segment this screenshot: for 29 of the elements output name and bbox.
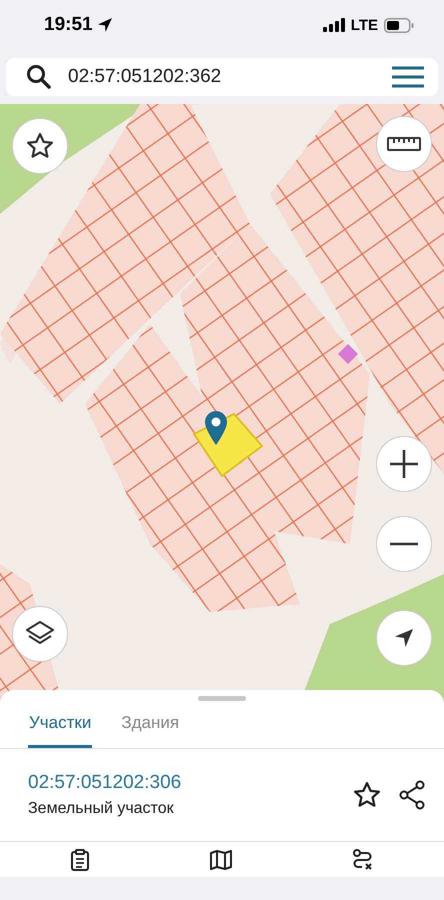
route-button[interactable] bbox=[352, 848, 374, 870]
parcel-number[interactable]: 02:57:051202:306 bbox=[28, 772, 352, 794]
favorite-button[interactable] bbox=[352, 780, 382, 810]
minus-icon bbox=[389, 542, 419, 546]
tab[interactable]: Здания bbox=[120, 701, 180, 748]
location-arrow-icon bbox=[96, 17, 113, 33]
star-icon bbox=[352, 780, 382, 810]
parcel-type: Земельный участок bbox=[28, 800, 175, 818]
share-icon bbox=[398, 780, 426, 810]
search-icon bbox=[26, 64, 52, 90]
network-label: LTE bbox=[350, 16, 378, 34]
menu-icon[interactable] bbox=[392, 66, 424, 88]
share-button[interactable] bbox=[398, 780, 426, 810]
plus-icon bbox=[389, 449, 419, 479]
route-icon bbox=[352, 848, 374, 870]
navigation-arrow-icon bbox=[394, 628, 414, 648]
drag-handle[interactable] bbox=[198, 696, 246, 701]
location-pin-icon bbox=[204, 410, 228, 446]
ruler-icon bbox=[387, 135, 421, 153]
map-icon bbox=[210, 850, 232, 870]
signal-icon bbox=[322, 18, 345, 32]
star-icon bbox=[25, 131, 55, 161]
map-button[interactable] bbox=[210, 850, 232, 870]
tab[interactable]: Участки bbox=[28, 701, 92, 748]
clipboard-icon bbox=[70, 848, 90, 870]
clipboard-button[interactable] bbox=[70, 848, 90, 870]
status-time: 19:51 bbox=[44, 14, 93, 36]
battery-icon bbox=[384, 18, 414, 32]
search-field[interactable]: 02:57:051202:362 bbox=[6, 58, 438, 96]
